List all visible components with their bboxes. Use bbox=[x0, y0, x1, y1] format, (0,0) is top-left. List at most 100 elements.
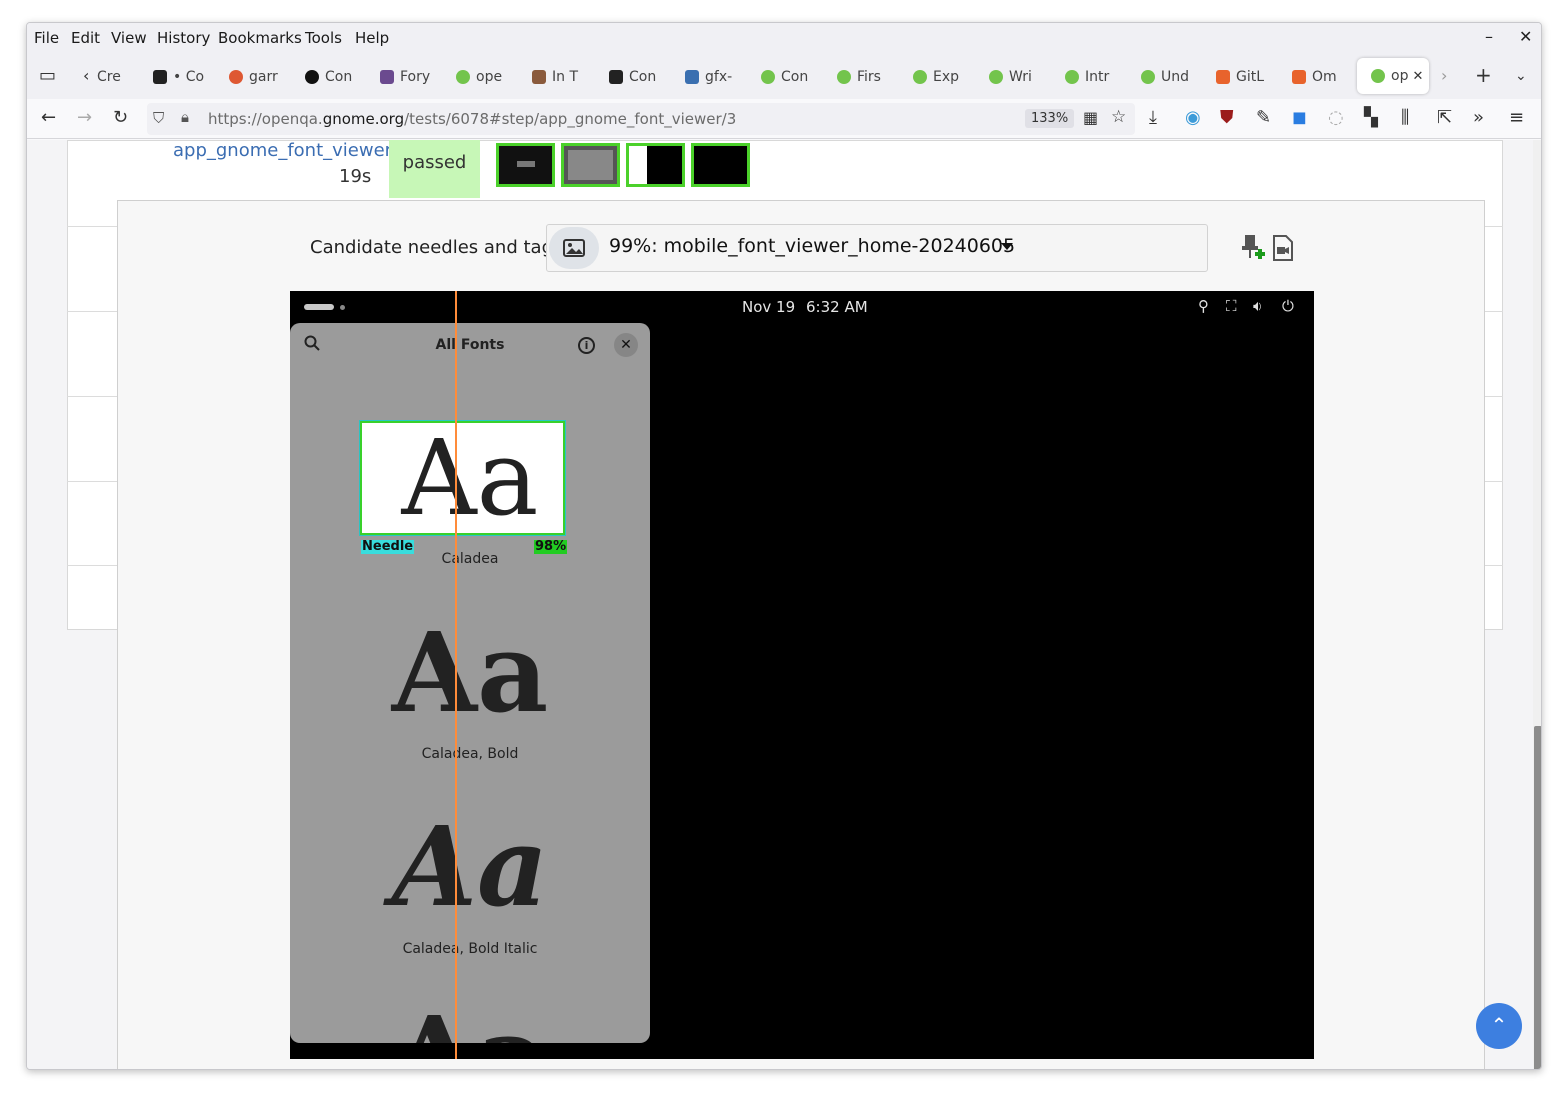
tab-label: op bbox=[1391, 68, 1409, 84]
tab-label: Om bbox=[1312, 69, 1337, 85]
url-path: /tests/6078#step/app_gnome_font_viewer/3 bbox=[404, 110, 737, 128]
thumbnail-content bbox=[568, 150, 613, 180]
step-thumbnail-1[interactable] bbox=[496, 143, 555, 187]
tab-16[interactable]: GitL bbox=[1216, 64, 1292, 90]
bookmark-star-icon[interactable]: ☆ bbox=[1111, 107, 1126, 127]
url-prefix: https://openqa. bbox=[208, 110, 323, 128]
tab-label: gfx- bbox=[705, 69, 733, 85]
openqa-icon bbox=[913, 70, 927, 84]
tab-2[interactable]: • Co bbox=[153, 64, 229, 90]
tab-11[interactable]: Firs bbox=[837, 64, 913, 90]
tab-5[interactable]: Fory bbox=[380, 64, 456, 90]
tab-label: Exp bbox=[933, 69, 960, 85]
extensions-grid-icon[interactable]: ▚ bbox=[1364, 107, 1378, 128]
tab-label: garr bbox=[249, 69, 278, 85]
step-duration: 19s bbox=[339, 166, 372, 187]
step-thumbnail-2[interactable] bbox=[561, 143, 620, 187]
add-needle-pin-icon[interactable] bbox=[1240, 233, 1266, 267]
extension-ds-icon[interactable]: ◌ bbox=[1328, 107, 1344, 128]
app-menu-icon[interactable]: ≡ bbox=[1509, 107, 1524, 128]
reload-icon[interactable]: ↻ bbox=[113, 107, 128, 128]
chevron-down-icon[interactable] bbox=[1001, 243, 1013, 250]
downloads-icon[interactable]: ⤓ bbox=[1149, 107, 1157, 128]
close-window-button[interactable]: ✕ bbox=[1519, 27, 1532, 46]
tab-6[interactable]: ope bbox=[456, 64, 532, 90]
tab-4[interactable]: Con bbox=[305, 64, 379, 90]
zoom-level[interactable]: 133% bbox=[1025, 109, 1075, 128]
extension-compass-icon[interactable]: ◉ bbox=[1185, 107, 1201, 128]
menu-help[interactable]: Help bbox=[355, 29, 389, 47]
step-thumbnail-4[interactable] bbox=[691, 143, 750, 187]
candidate-needles-label: Candidate needles and tags: bbox=[310, 237, 569, 258]
scrollbar-thumb[interactable] bbox=[1534, 726, 1541, 1069]
menu-edit[interactable]: Edit bbox=[71, 29, 100, 47]
candidate-needle-value[interactable]: 99%: mobile_font_viewer_home-20240605 bbox=[609, 235, 1015, 257]
minimize-button[interactable]: – bbox=[1485, 27, 1493, 46]
info-icon: i bbox=[578, 337, 595, 354]
lock-icon[interactable]: 🔒︎ bbox=[181, 108, 189, 126]
tab-7[interactable]: In T bbox=[532, 64, 608, 90]
tab-9[interactable]: gfx- bbox=[685, 64, 761, 90]
volume-icon: 🔉︎ bbox=[1253, 297, 1263, 315]
document-icon bbox=[609, 70, 623, 84]
step-name-link[interactable]: app_gnome_font_viewer bbox=[173, 140, 392, 161]
image-icon[interactable] bbox=[549, 227, 599, 269]
tab-10[interactable]: Con bbox=[761, 64, 837, 90]
new-tab-icon[interactable]: + bbox=[1475, 63, 1492, 87]
tab-label: Fory bbox=[400, 69, 431, 85]
tab-15[interactable]: Und bbox=[1141, 64, 1217, 90]
menu-history[interactable]: History bbox=[157, 29, 210, 47]
thumbnail-content bbox=[517, 161, 535, 167]
menu-tools[interactable]: Tools bbox=[305, 29, 342, 47]
candidate-needles-select[interactable]: 99%: mobile_font_viewer_home-20240605 bbox=[546, 224, 1208, 272]
tab-label: ope bbox=[476, 69, 503, 85]
menu-bookmarks[interactable]: Bookmarks bbox=[218, 29, 302, 47]
tab-3[interactable]: garr bbox=[229, 64, 305, 90]
overflow-chevrons-icon[interactable]: » bbox=[1473, 107, 1484, 128]
tab-8[interactable]: Con bbox=[609, 64, 685, 90]
url-bar[interactable]: ⛉ 🔒︎ https://openqa.gnome.org/tests/6078… bbox=[147, 103, 1135, 135]
image-icon bbox=[380, 70, 394, 84]
tab-13[interactable]: Wri bbox=[989, 64, 1065, 90]
scroll-to-top-button[interactable]: ⌃ bbox=[1476, 1003, 1522, 1049]
tab-overview-icon[interactable]: ▭ bbox=[39, 65, 56, 86]
font-viewer-window: All Fonts i ✕ Aa Needle 98% Caladea Aa C… bbox=[290, 323, 650, 1043]
url-text[interactable]: https://openqa.gnome.org/tests/6078#step… bbox=[208, 110, 736, 128]
url-domain: gnome.org bbox=[322, 110, 405, 128]
list-tabs-icon[interactable]: ⌄ bbox=[1515, 68, 1527, 84]
test-screenshot[interactable]: Nov 19 6:32 AM ⚲ ⛶ 🔉︎ ⏻ All Fonts i ✕ Aa… bbox=[290, 291, 1314, 1059]
qr-code-icon[interactable]: ▦ bbox=[1083, 108, 1098, 127]
scroll-tabs-right-icon[interactable]: › bbox=[1441, 66, 1447, 85]
shield-icon[interactable]: ⛉ bbox=[153, 109, 164, 127]
tab-1[interactable]: Cre bbox=[97, 64, 155, 90]
font-name: Caladea, Bold Italic bbox=[402, 941, 538, 957]
font-name: Caladea bbox=[441, 551, 499, 567]
scroll-tabs-left-icon[interactable]: ‹ bbox=[83, 66, 89, 85]
tab-14[interactable]: Intr bbox=[1065, 64, 1141, 90]
close-tab-icon[interactable]: ✕ bbox=[1412, 69, 1423, 84]
page-content: app_gnome_font_viewer 19s passed Candida… bbox=[27, 140, 1541, 1069]
forward-icon[interactable]: → bbox=[77, 107, 92, 128]
document-icon bbox=[153, 70, 167, 84]
share-icon[interactable]: ⇱ bbox=[1437, 107, 1452, 128]
gitlab-icon bbox=[1216, 70, 1230, 84]
pin-extension-icon[interactable]: ✎ bbox=[1256, 107, 1271, 128]
tab-12[interactable]: Exp bbox=[913, 64, 989, 90]
close-icon: ✕ bbox=[614, 333, 638, 357]
video-file-icon[interactable] bbox=[1272, 235, 1294, 265]
library-icon[interactable]: ⫼ bbox=[1401, 107, 1409, 128]
openqa-icon bbox=[989, 70, 1003, 84]
font-name: Caladea, Bold bbox=[421, 746, 519, 762]
needle-comparison-divider[interactable] bbox=[455, 291, 457, 1059]
ublock-icon[interactable]: ⛊ bbox=[1220, 107, 1234, 128]
step-thumbnail-3[interactable] bbox=[626, 143, 685, 187]
tab-active[interactable]: op ✕ bbox=[1357, 58, 1429, 94]
openqa-icon bbox=[456, 70, 470, 84]
menu-view[interactable]: View bbox=[111, 29, 147, 47]
extension-d-icon[interactable]: ◼ bbox=[1292, 107, 1307, 128]
back-icon[interactable]: ← bbox=[41, 107, 56, 128]
clock-date: Nov 19 bbox=[742, 298, 796, 316]
tab-17[interactable]: Om bbox=[1292, 64, 1358, 90]
menu-file[interactable]: File bbox=[34, 29, 59, 47]
navigation-bar: ← → ↻ ⛉ 🔒︎ https://openqa.gnome.org/test… bbox=[27, 99, 1541, 139]
